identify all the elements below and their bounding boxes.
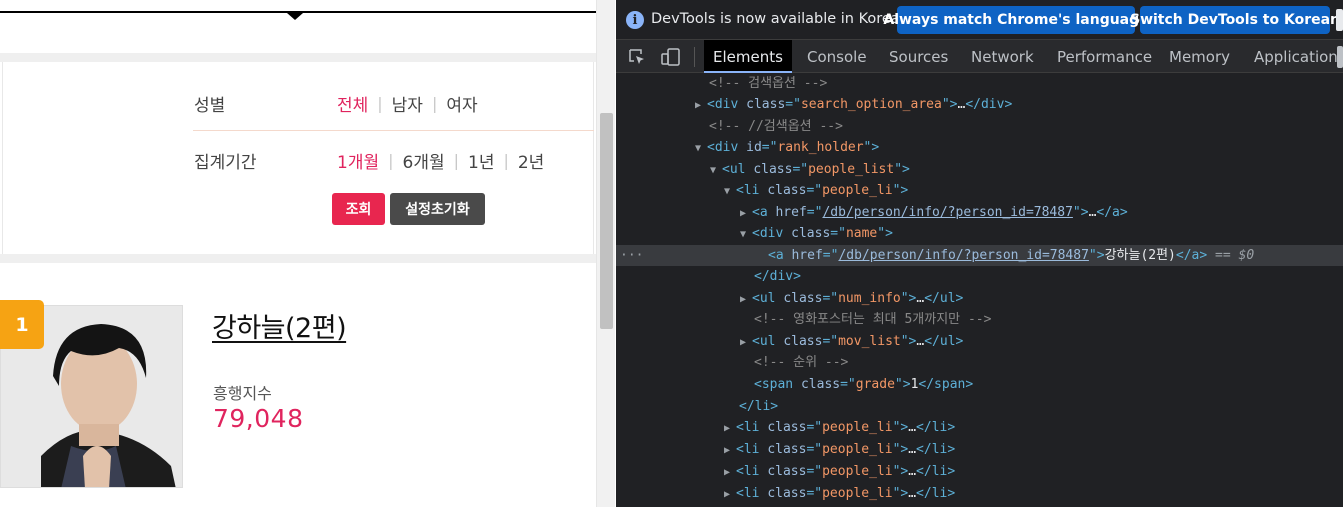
expand-arrow-icon[interactable]: ▶ bbox=[695, 95, 707, 116]
box-office-index-label: 흥행지수 bbox=[213, 384, 272, 403]
period-label: 집계기간 bbox=[194, 153, 257, 173]
expand-arrow-icon[interactable]: ▶ bbox=[724, 440, 736, 461]
dom-node[interactable]: </li> bbox=[616, 396, 1343, 417]
scrollbar-thumb[interactable] bbox=[600, 113, 613, 329]
web-page: 성별 전체 | 남자 | 여자 집계기간 1개월 | 6개월 | 1년 | 2년… bbox=[0, 0, 596, 507]
dom-node-comment[interactable]: <!-- 검색옵션 --> bbox=[616, 73, 1343, 94]
dom-node[interactable]: ▶ <li class="people_li">…</li> bbox=[616, 417, 1343, 438]
tab-performance[interactable]: Performance bbox=[1057, 40, 1152, 73]
devtools-panel: i DevTools is now available in Korean! A… bbox=[616, 0, 1343, 507]
expand-arrow-icon[interactable]: ▶ bbox=[724, 418, 736, 439]
more-options-icon[interactable]: ··· bbox=[620, 245, 643, 266]
period-option-2year[interactable]: 2년 bbox=[518, 148, 544, 173]
dom-node[interactable]: ▶ <li class="people_li">…</li> bbox=[616, 483, 1343, 504]
period-options: 1개월 | 6개월 | 1년 | 2년 bbox=[337, 148, 544, 173]
period-option-6month[interactable]: 6개월 bbox=[403, 148, 445, 173]
tab-console[interactable]: Console bbox=[807, 40, 867, 73]
tab-application[interactable]: Application bbox=[1254, 40, 1338, 73]
separator: | bbox=[453, 151, 459, 170]
tab-elements[interactable]: Elements bbox=[704, 40, 792, 73]
language-infobar: i DevTools is now available in Korean! A… bbox=[616, 0, 1343, 40]
collapse-arrow-icon[interactable]: ▼ bbox=[710, 160, 722, 181]
page-scrollbar[interactable] bbox=[596, 0, 615, 507]
dom-node-comment[interactable]: <!-- 순위 --> bbox=[616, 352, 1343, 373]
section-separator bbox=[0, 254, 596, 263]
gender-option-female[interactable]: 여자 bbox=[446, 91, 477, 116]
collapse-arrow-icon[interactable]: ▼ bbox=[695, 138, 707, 159]
toolbar-divider bbox=[694, 47, 695, 67]
dom-node[interactable]: ▶ <li class="people_li">…</li> bbox=[616, 461, 1343, 482]
collapse-arrow-icon[interactable]: ▼ bbox=[724, 181, 736, 202]
period-option-1month[interactable]: 1개월 bbox=[337, 148, 379, 173]
tab-network[interactable]: Network bbox=[971, 40, 1034, 73]
dom-node-comment[interactable]: <!-- 영화포스터는 최대 5개까지만 --> bbox=[616, 309, 1343, 330]
expand-arrow-icon[interactable]: ▶ bbox=[724, 462, 736, 483]
always-match-language-button[interactable]: Always match Chrome's language bbox=[883, 6, 1149, 34]
dom-node[interactable]: ▼ <li class="people_li"> bbox=[616, 180, 1343, 201]
option-divider bbox=[193, 130, 594, 131]
dom-node[interactable]: ▼ <ul class="people_list"> bbox=[616, 159, 1343, 180]
gender-label: 성별 bbox=[194, 96, 226, 116]
separator: | bbox=[388, 151, 394, 170]
separator: | bbox=[431, 94, 438, 113]
dom-node[interactable]: ▶ <a href="/db/person/info/?person_id=784… bbox=[616, 202, 1343, 223]
reset-settings-button[interactable]: 설정초기화 bbox=[390, 193, 485, 225]
gender-option-male[interactable]: 남자 bbox=[392, 91, 423, 116]
dom-node[interactable]: ▼ <div class="name"> bbox=[616, 223, 1343, 244]
dom-node[interactable]: ▼ <div id="rank_holder"> bbox=[616, 137, 1343, 158]
caret-down-icon bbox=[287, 13, 303, 20]
expand-arrow-icon[interactable]: ▶ bbox=[740, 203, 752, 224]
inspect-element-icon[interactable] bbox=[628, 48, 646, 66]
dom-node[interactable]: </div> bbox=[616, 266, 1343, 287]
devtools-toolbar: Elements Console Sources Network Perform… bbox=[616, 40, 1343, 73]
dom-node[interactable]: ▶ <ul class="num_info">…</ul> bbox=[616, 288, 1343, 309]
dom-tree: <!-- 검색옵션 --> ▶ <div class="search_option… bbox=[616, 73, 1343, 507]
dom-node[interactable]: <span class="grade">1</span> bbox=[616, 374, 1343, 395]
box-office-index-value: 79,048 bbox=[213, 404, 304, 433]
tab-memory[interactable]: Memory bbox=[1169, 40, 1230, 73]
infobar-message: DevTools is now available in Korean! bbox=[651, 11, 915, 27]
person-name-link[interactable]: 강하늘(2편) bbox=[212, 306, 347, 345]
expand-arrow-icon[interactable]: ▶ bbox=[740, 332, 752, 353]
tab-sources[interactable]: Sources bbox=[889, 40, 948, 73]
device-toolbar-icon[interactable] bbox=[661, 48, 681, 66]
expand-arrow-icon[interactable]: ▶ bbox=[740, 289, 752, 310]
collapse-arrow-icon[interactable]: ▼ bbox=[740, 224, 752, 245]
dom-node[interactable]: ▶ <div class="search_option_area">…</div> bbox=[616, 94, 1343, 115]
clipped-button-edge[interactable] bbox=[1336, 9, 1343, 31]
info-icon: i bbox=[626, 11, 644, 29]
dom-node[interactable]: ▶ <ul class="mov_list">…</ul> bbox=[616, 331, 1343, 352]
expand-arrow-icon[interactable]: ▶ bbox=[724, 484, 736, 505]
dom-node-comment[interactable]: <!-- //검색옵션 --> bbox=[616, 116, 1343, 137]
period-option-1year[interactable]: 1년 bbox=[468, 148, 494, 173]
gender-options: 전체 | 남자 | 여자 bbox=[337, 91, 478, 116]
clipped-toolbar-edge[interactable] bbox=[1337, 46, 1343, 68]
rank-badge: 1 bbox=[0, 300, 44, 349]
gender-option-all[interactable]: 전체 bbox=[337, 91, 368, 116]
dom-node-selected[interactable]: ··· <a href="/db/person/info/?person_id=… bbox=[616, 245, 1343, 266]
separator: | bbox=[377, 94, 383, 113]
separator: | bbox=[503, 151, 509, 170]
search-button[interactable]: 조회 bbox=[332, 193, 385, 225]
section-separator bbox=[0, 53, 596, 62]
switch-to-korean-button[interactable]: Switch DevTools to Korean bbox=[1130, 6, 1340, 34]
dom-node[interactable]: ▶ <li class="people_li">…</li> bbox=[616, 439, 1343, 460]
